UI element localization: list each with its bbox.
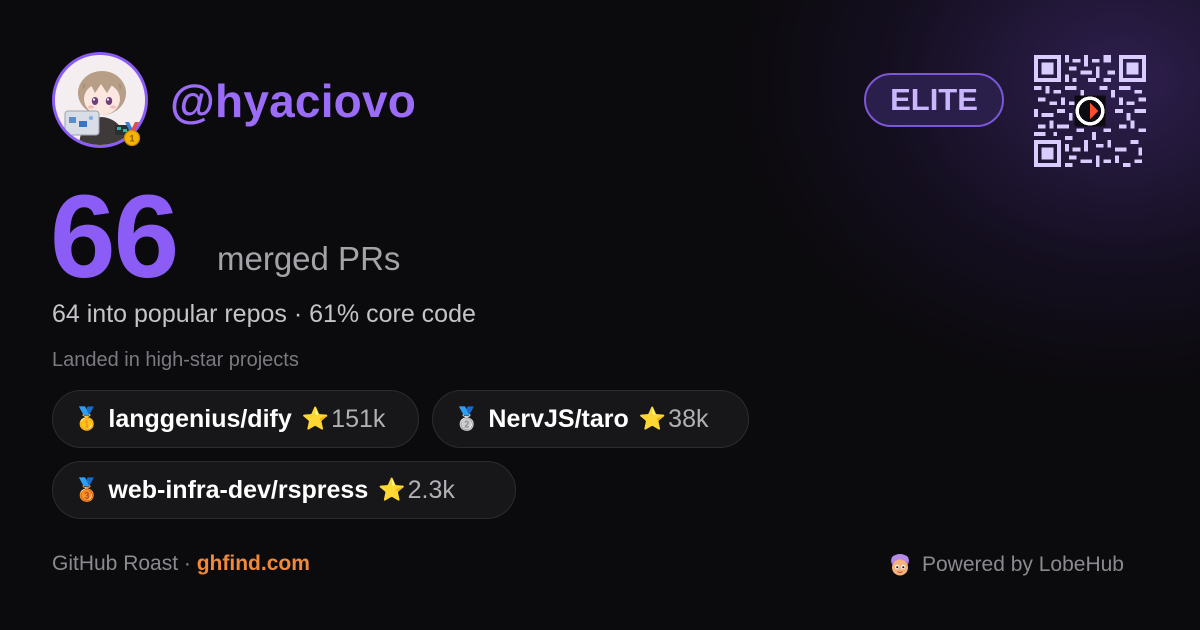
merged-pr-count: 66 — [50, 171, 179, 303]
silver-medal-icon: 🥈 — [453, 406, 481, 431]
repo-star-count: 151k — [331, 404, 386, 433]
star-icon: ⭐ — [301, 406, 330, 431]
repo-name: NervJS/taro — [488, 404, 629, 433]
repo-name: web-infra-dev/rspress — [108, 475, 369, 504]
gold-medal-icon: 1 — [123, 122, 141, 147]
repo-chip[interactable]: 🥇 langgenius/dify ⭐ 151k — [52, 390, 419, 448]
powered-by-label: Powered by LobeHub — [922, 553, 1124, 576]
footer-prefix: GitHub Roast · — [52, 552, 197, 575]
repo-name: langgenius/dify — [108, 404, 292, 433]
lobehub-icon — [891, 554, 909, 576]
powered-by[interactable]: Powered by LobeHub — [887, 552, 1124, 578]
repo-star-count: 38k — [668, 404, 709, 433]
repo-chip[interactable]: 🥈 NervJS/taro ⭐ 38k — [432, 390, 749, 448]
bronze-medal-icon: 🥉 — [73, 477, 101, 502]
repo-chip[interactable]: 🥉 web-infra-dev/rspress ⭐ 2.3k — [52, 461, 516, 519]
merged-pr-label: merged PRs — [217, 240, 401, 277]
stats-subline: 64 into popular repos · 61% core code — [52, 300, 476, 328]
star-icon: ⭐ — [378, 477, 406, 502]
svg-text:1: 1 — [129, 134, 134, 144]
qr-code-icon[interactable] — [1034, 55, 1146, 167]
profile-handle: @hyaciovo — [170, 75, 417, 127]
gold-medal-icon: 🥇 — [73, 406, 101, 431]
site-link[interactable]: ghfind.com — [197, 552, 310, 575]
tier-badge: ELITE — [864, 73, 1004, 127]
repos-section-label: Landed in high-star projects — [52, 349, 299, 371]
repo-star-count: 2.3k — [407, 475, 455, 504]
roast-card: 1 @hyaciovo ELITE 66 merged PRs 64 into … — [0, 0, 1200, 630]
footer-attribution: GitHub Roast · ghfind.com — [52, 552, 310, 576]
star-icon: ⭐ — [638, 406, 667, 431]
